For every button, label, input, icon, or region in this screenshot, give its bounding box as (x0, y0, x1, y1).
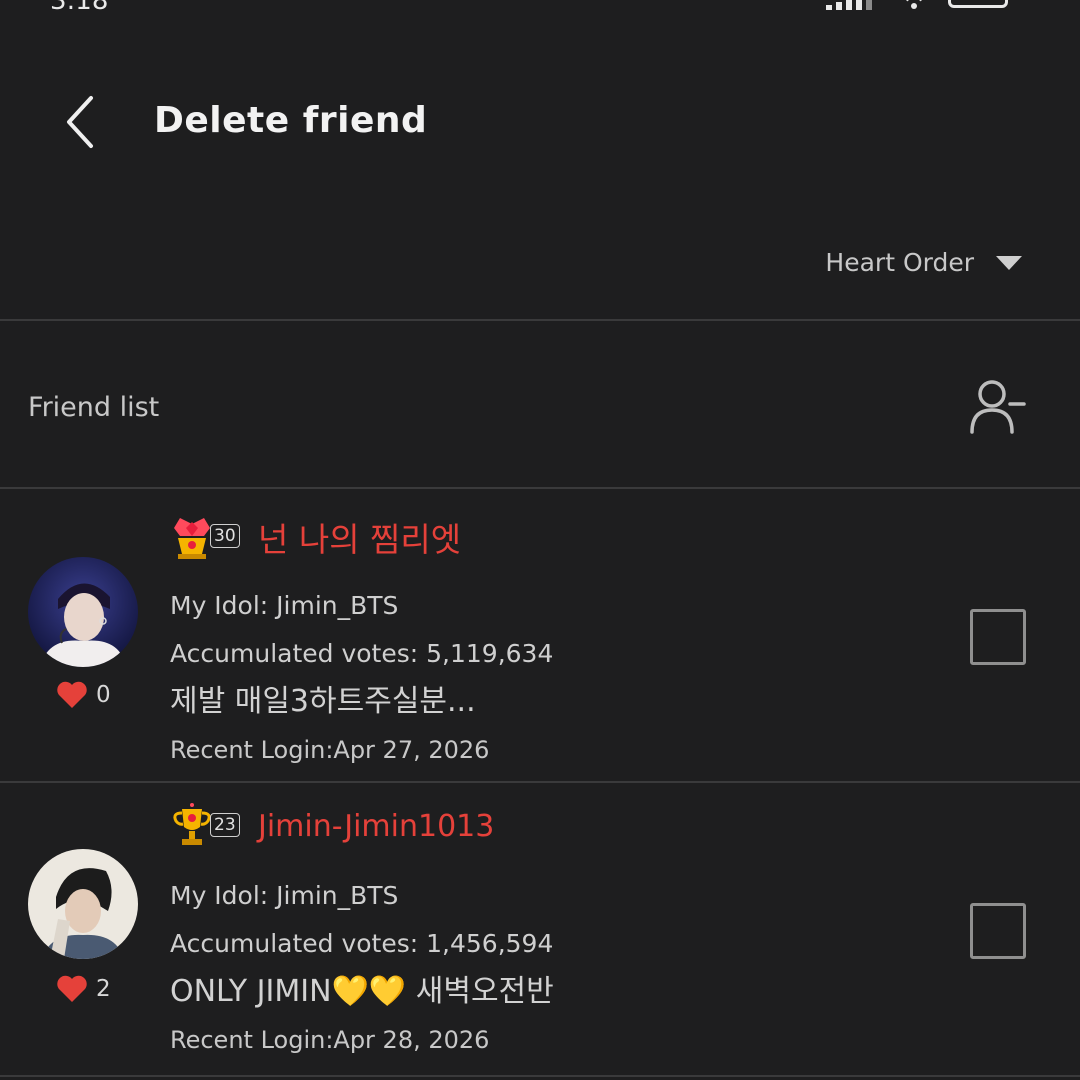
person-minus-icon (970, 380, 1026, 434)
crown-gem-icon (174, 518, 210, 559)
recent-login: Recent Login:Apr 28, 2026 (170, 1026, 490, 1054)
heart-count: 2 (56, 975, 111, 1003)
caret-down-icon (996, 255, 1022, 270)
heart-count-value: 0 (96, 682, 111, 708)
friend-row[interactable]: 0 30 넌 나의 찜리엣 My Idol: Jimin_BTS Accumul… (0, 489, 1080, 781)
friend-list-header: Friend list (0, 322, 1080, 487)
friend-row[interactable]: 2 23 Jimin-Jimin1013 My Idol: Jimin_BTS … (0, 783, 1080, 1075)
level-number: 30 (210, 524, 240, 548)
friend-info: My Idol: Jimin_BTS Accumulated votes: 5,… (170, 582, 553, 774)
app-bar: Delete friend (0, 60, 1080, 190)
recent-login: Recent Login:Apr 27, 2026 (170, 736, 490, 764)
sort-dropdown[interactable]: Heart Order (825, 248, 1022, 277)
status-time: 3:18 (50, 0, 109, 16)
remove-friend-button[interactable] (966, 374, 1030, 438)
status-message: ONLY JIMIN💛💛 새벽오전반 (170, 974, 554, 1009)
nickname: 넌 나의 찜리엣 (258, 520, 462, 559)
status-bar: 3:18 42 (0, 0, 1080, 20)
accumulated-votes: Accumulated votes: 1,456,594 (170, 929, 554, 958)
accumulated-votes: Accumulated votes: 5,119,634 (170, 639, 554, 668)
divider (0, 319, 1080, 321)
heart-count-value: 2 (96, 976, 111, 1002)
signal-icon (826, 0, 872, 10)
nickname: Jimin-Jimin1013 (258, 808, 495, 844)
name-line: 23 Jimin-Jimin1013 (170, 803, 494, 849)
back-button[interactable] (52, 90, 108, 154)
level-badge: 23 (170, 803, 250, 849)
avatar (28, 849, 138, 959)
my-idol: My Idol: Jimin_BTS (170, 881, 399, 910)
page-title: Delete friend (154, 100, 428, 141)
wifi-icon (906, 0, 922, 9)
avatar (28, 557, 138, 667)
level-badge: 30 (170, 514, 250, 560)
heart-icon (57, 681, 87, 708)
battery-icon: 42 (948, 0, 1008, 8)
divider (0, 1075, 1080, 1077)
heart-count: 0 (56, 681, 111, 709)
sort-label: Heart Order (825, 248, 974, 277)
friend-list-title: Friend list (28, 392, 160, 423)
name-line: 30 넌 나의 찜리엣 (170, 513, 461, 561)
heart-icon (57, 975, 87, 1002)
select-checkbox[interactable] (970, 609, 1026, 665)
level-number: 23 (210, 813, 240, 837)
select-checkbox[interactable] (970, 903, 1026, 959)
my-idol: My Idol: Jimin_BTS (170, 591, 399, 620)
chevron-left-icon (67, 96, 93, 148)
trophy-icon (173, 803, 211, 845)
status-message: 제발 매일3하트주실분... (170, 684, 476, 719)
friend-info: My Idol: Jimin_BTS Accumulated votes: 1,… (170, 872, 554, 1064)
